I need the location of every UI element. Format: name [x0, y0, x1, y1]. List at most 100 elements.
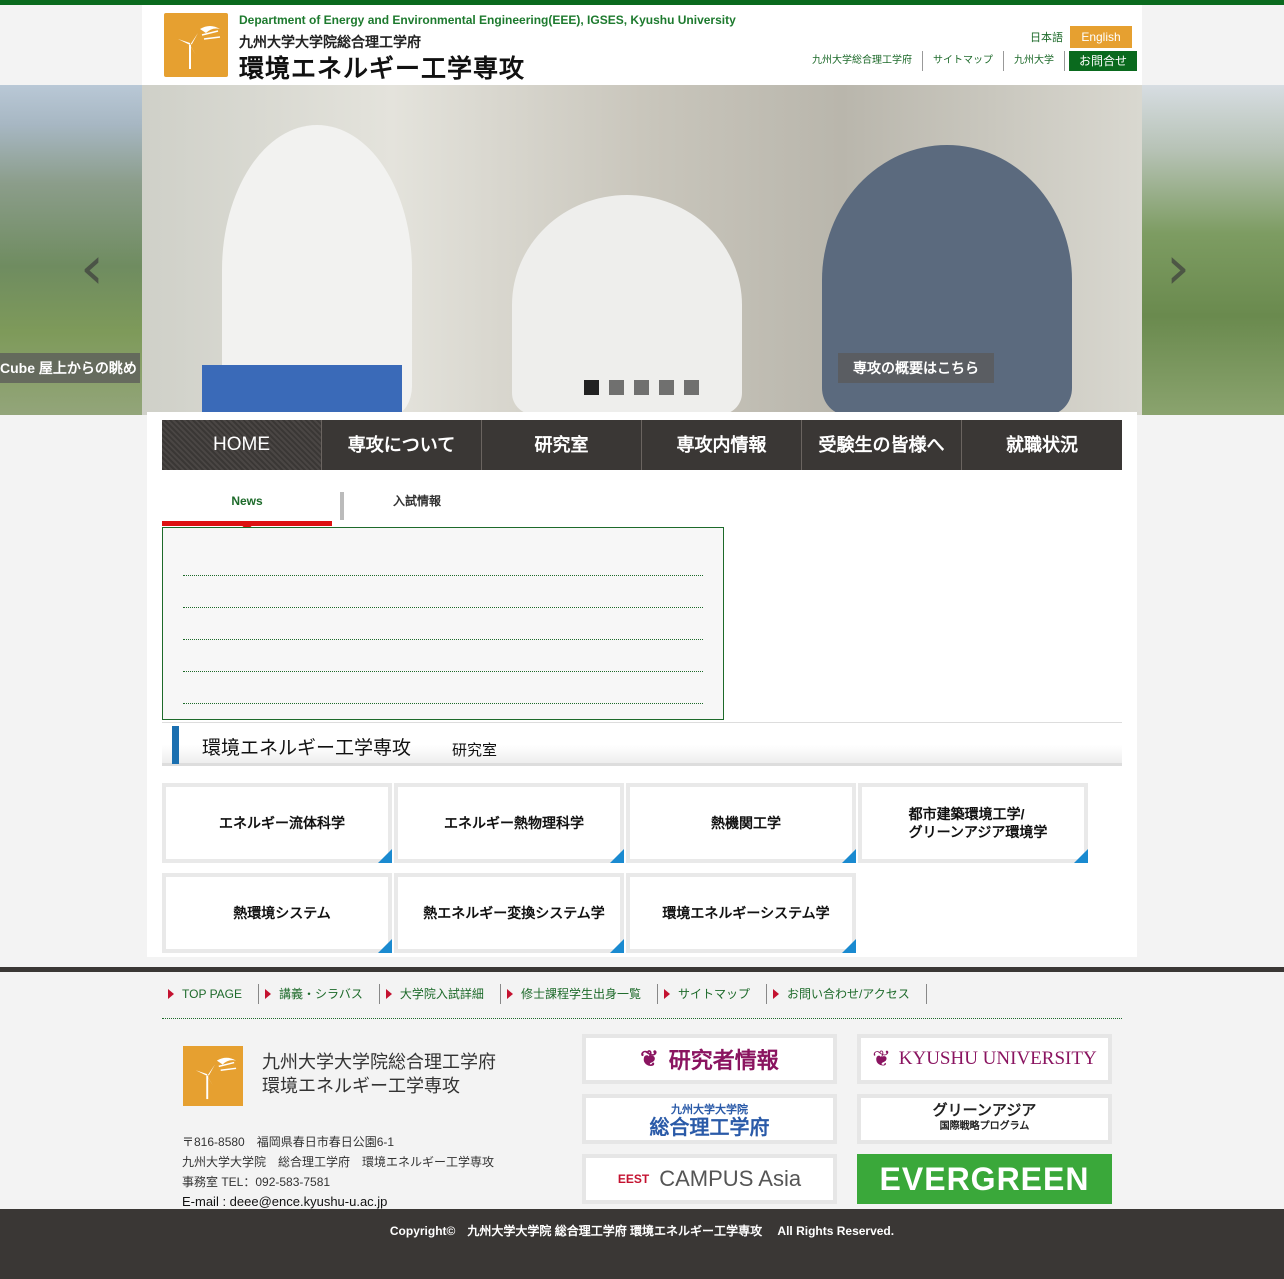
util-link-igses[interactable]: 九州大学総合理工学府: [802, 51, 923, 71]
kyushu-crest-icon: ❦: [872, 1046, 891, 1071]
nav-internal-info[interactable]: 専攻内情報: [642, 420, 802, 470]
tab-divider: [340, 492, 344, 520]
lab-card-label: 都市建築環境工学/ グリーンアジア環境学: [908, 806, 1048, 840]
lab-card-energy-thermophysics[interactable]: エネルギー熱物理科学: [394, 783, 624, 863]
banner-campus-asia[interactable]: EEST CAMPUS Asia: [582, 1154, 837, 1204]
corner-triangle-icon: [378, 849, 392, 863]
lang-english-button[interactable]: English: [1070, 26, 1132, 48]
main-content: HOME 専攻について 研究室 専攻内情報 受験生の皆様へ 就職状況 News …: [147, 412, 1137, 957]
lab-card-label: 環境エネルギーシステム学: [662, 905, 830, 921]
banner-label: KYUSHU UNIVERSITY: [898, 1048, 1097, 1069]
address-line: 九州大学大学院 総合理工学府 環境エネルギー工学専攻: [182, 1155, 495, 1169]
banner-evergreen[interactable]: EVERGREEN: [857, 1154, 1112, 1204]
nav-applicants[interactable]: 受験生の皆様へ: [802, 420, 962, 470]
banner-igses[interactable]: 九州大学大学院 総合理工学府: [582, 1094, 837, 1144]
nav-about[interactable]: 専攻について: [322, 420, 482, 470]
footer-link-top[interactable]: TOP PAGE: [162, 984, 260, 1004]
labs-section-heading: 環境エネルギー工学専攻 研究室: [162, 722, 1122, 766]
banner-green-asia[interactable]: グリーンアジア 国際戦略プログラム: [857, 1094, 1112, 1144]
footer-nav: TOP PAGE 講義・シラバス 大学院入試詳細 修士課程学生出身一覧 サイトマ…: [162, 984, 1122, 1019]
tab-admissions[interactable]: 入試情報: [352, 490, 482, 520]
news-list-item[interactable]: [183, 703, 703, 704]
banner-kyushu-university[interactable]: ❦ KYUSHU UNIVERSITY: [857, 1034, 1112, 1084]
nav-careers[interactable]: 就職状況: [962, 420, 1122, 470]
slider-dot[interactable]: [634, 380, 649, 395]
lab-card-energy-systems[interactable]: 環境エネルギーシステム学: [626, 873, 856, 953]
kyushu-crest-icon: ❦: [640, 1046, 659, 1072]
util-link-sitemap[interactable]: サイトマップ: [923, 51, 1004, 71]
corner-triangle-icon: [610, 849, 624, 863]
footer-address: 〒816-8580 福岡県春日市春日公園6-1 九州大学大学院 総合理工学府 環…: [182, 1132, 494, 1212]
banner-label: 総合理工学府: [649, 1117, 770, 1139]
contact-button[interactable]: お問合せ: [1069, 51, 1138, 71]
corner-triangle-icon: [1074, 849, 1088, 863]
corner-triangle-icon: [378, 939, 392, 953]
news-list-item[interactable]: [183, 607, 703, 608]
lab-card-thermal-conversion[interactable]: 熱エネルギー変換システム学: [394, 873, 624, 953]
labs-heading-subtitle: 研究室: [452, 742, 498, 759]
news-list-item[interactable]: [183, 671, 703, 672]
site-logo[interactable]: [164, 13, 228, 77]
slide-caption-main[interactable]: 専攻の概要はこちら: [838, 353, 994, 383]
lab-card-energy-fluid[interactable]: エネルギー流体科学: [162, 783, 392, 863]
banner-label: EVERGREEN: [879, 1160, 1090, 1197]
department-name-jp: 環境エネルギー工学専攻: [239, 55, 526, 83]
news-tabs: News 入試情報: [162, 490, 724, 530]
chevron-left-icon[interactable]: ‹: [80, 233, 104, 303]
corner-triangle-icon: [610, 939, 624, 953]
news-list: [162, 527, 724, 720]
banner-researcher-info[interactable]: ❦ 研究者情報: [582, 1034, 837, 1084]
tab-news[interactable]: News: [162, 490, 332, 526]
nav-labs[interactable]: 研究室: [482, 420, 642, 470]
slider-dot[interactable]: [584, 380, 599, 395]
slide-equipment: [202, 365, 402, 415]
footer-title-line: 環境エネルギー工学専攻: [262, 1076, 460, 1096]
wind-turbine-icon: [195, 1057, 237, 1100]
chevron-right-icon[interactable]: ›: [1166, 233, 1190, 303]
corner-triangle-icon: [842, 849, 856, 863]
footer-link-syllabus[interactable]: 講義・シラバス: [259, 984, 380, 1004]
news-list-item[interactable]: [183, 639, 703, 640]
lab-card-heat-engine[interactable]: 熱機関工学: [626, 783, 856, 863]
slider-pagination: [584, 380, 699, 395]
lang-japanese-link[interactable]: 日本語: [1030, 29, 1063, 45]
slide-caption-left[interactable]: Cube 屋上からの眺め: [0, 353, 140, 383]
lab-card-label: エネルギー流体科学: [219, 815, 345, 831]
site-footer: TOP PAGE 講義・シラバス 大学院入試詳細 修士課程学生出身一覧 サイトマ…: [0, 967, 1284, 1209]
address-line: 事務室 TEL：092-583-7581: [182, 1175, 331, 1189]
slider-dot[interactable]: [609, 380, 624, 395]
wind-turbine-icon: [178, 26, 221, 69]
slider-dot[interactable]: [684, 380, 699, 395]
hero-slider: Cube 屋上からの眺め 専攻の概要はこちら ‹ ›: [0, 85, 1284, 415]
lab-card-thermal-environment[interactable]: 熱環境システム: [162, 873, 392, 953]
lab-card-label: 熱環境システム: [233, 905, 331, 921]
footer-link-sitemap[interactable]: サイトマップ: [658, 984, 767, 1004]
heading-accent-bar: [172, 726, 179, 764]
lab-card-label: 熱エネルギー変換システム学: [423, 905, 605, 921]
footer-link-admissions[interactable]: 大学院入試詳細: [380, 984, 501, 1004]
labs-heading-title: 環境エネルギー工学専攻: [202, 738, 412, 759]
banner-label-small: 国際戦略プログラム: [939, 1121, 1030, 1132]
footer-link-contact[interactable]: お問い合わせ/アクセス: [767, 984, 927, 1004]
footer-title-line: 九州大学大学院総合理工学府: [262, 1052, 496, 1072]
eest-logo: EEST: [617, 1172, 650, 1186]
nav-home[interactable]: HOME: [162, 420, 322, 470]
lab-card-urban-architecture[interactable]: 都市建築環境工学/ グリーンアジア環境学: [858, 783, 1088, 863]
address-line: 〒816-8580 福岡県春日市春日公園6-1: [182, 1135, 395, 1149]
footer-logo[interactable]: [183, 1046, 243, 1106]
lab-card-label: 熱機関工学: [711, 815, 781, 831]
utility-links: 九州大学総合理工学府 サイトマップ 九州大学 お問合せ: [802, 51, 1138, 71]
util-link-kyushu-univ[interactable]: 九州大学: [1004, 51, 1065, 71]
slider-dot[interactable]: [659, 380, 674, 395]
copyright: Copyright© 九州大学大学院 総合理工学府 環境エネルギー工学専攻 Al…: [0, 1209, 1284, 1279]
global-nav: HOME 専攻について 研究室 専攻内情報 受験生の皆様へ 就職状況: [162, 420, 1122, 470]
corner-triangle-icon: [842, 939, 856, 953]
footer-link-alumni[interactable]: 修士課程学生出身一覧: [501, 984, 658, 1004]
slide-preview-right[interactable]: [1142, 85, 1284, 415]
banner-label: 研究者情報: [668, 1048, 779, 1074]
banner-label: グリーンアジア: [932, 1102, 1037, 1119]
news-list-item[interactable]: [183, 575, 703, 576]
lab-card-label: エネルギー熱物理科学: [444, 815, 584, 831]
department-name-en: Department of Energy and Environmental E…: [239, 13, 736, 27]
footer-title: 九州大学大学院総合理工学府 環境エネルギー工学専攻: [262, 1050, 496, 1098]
